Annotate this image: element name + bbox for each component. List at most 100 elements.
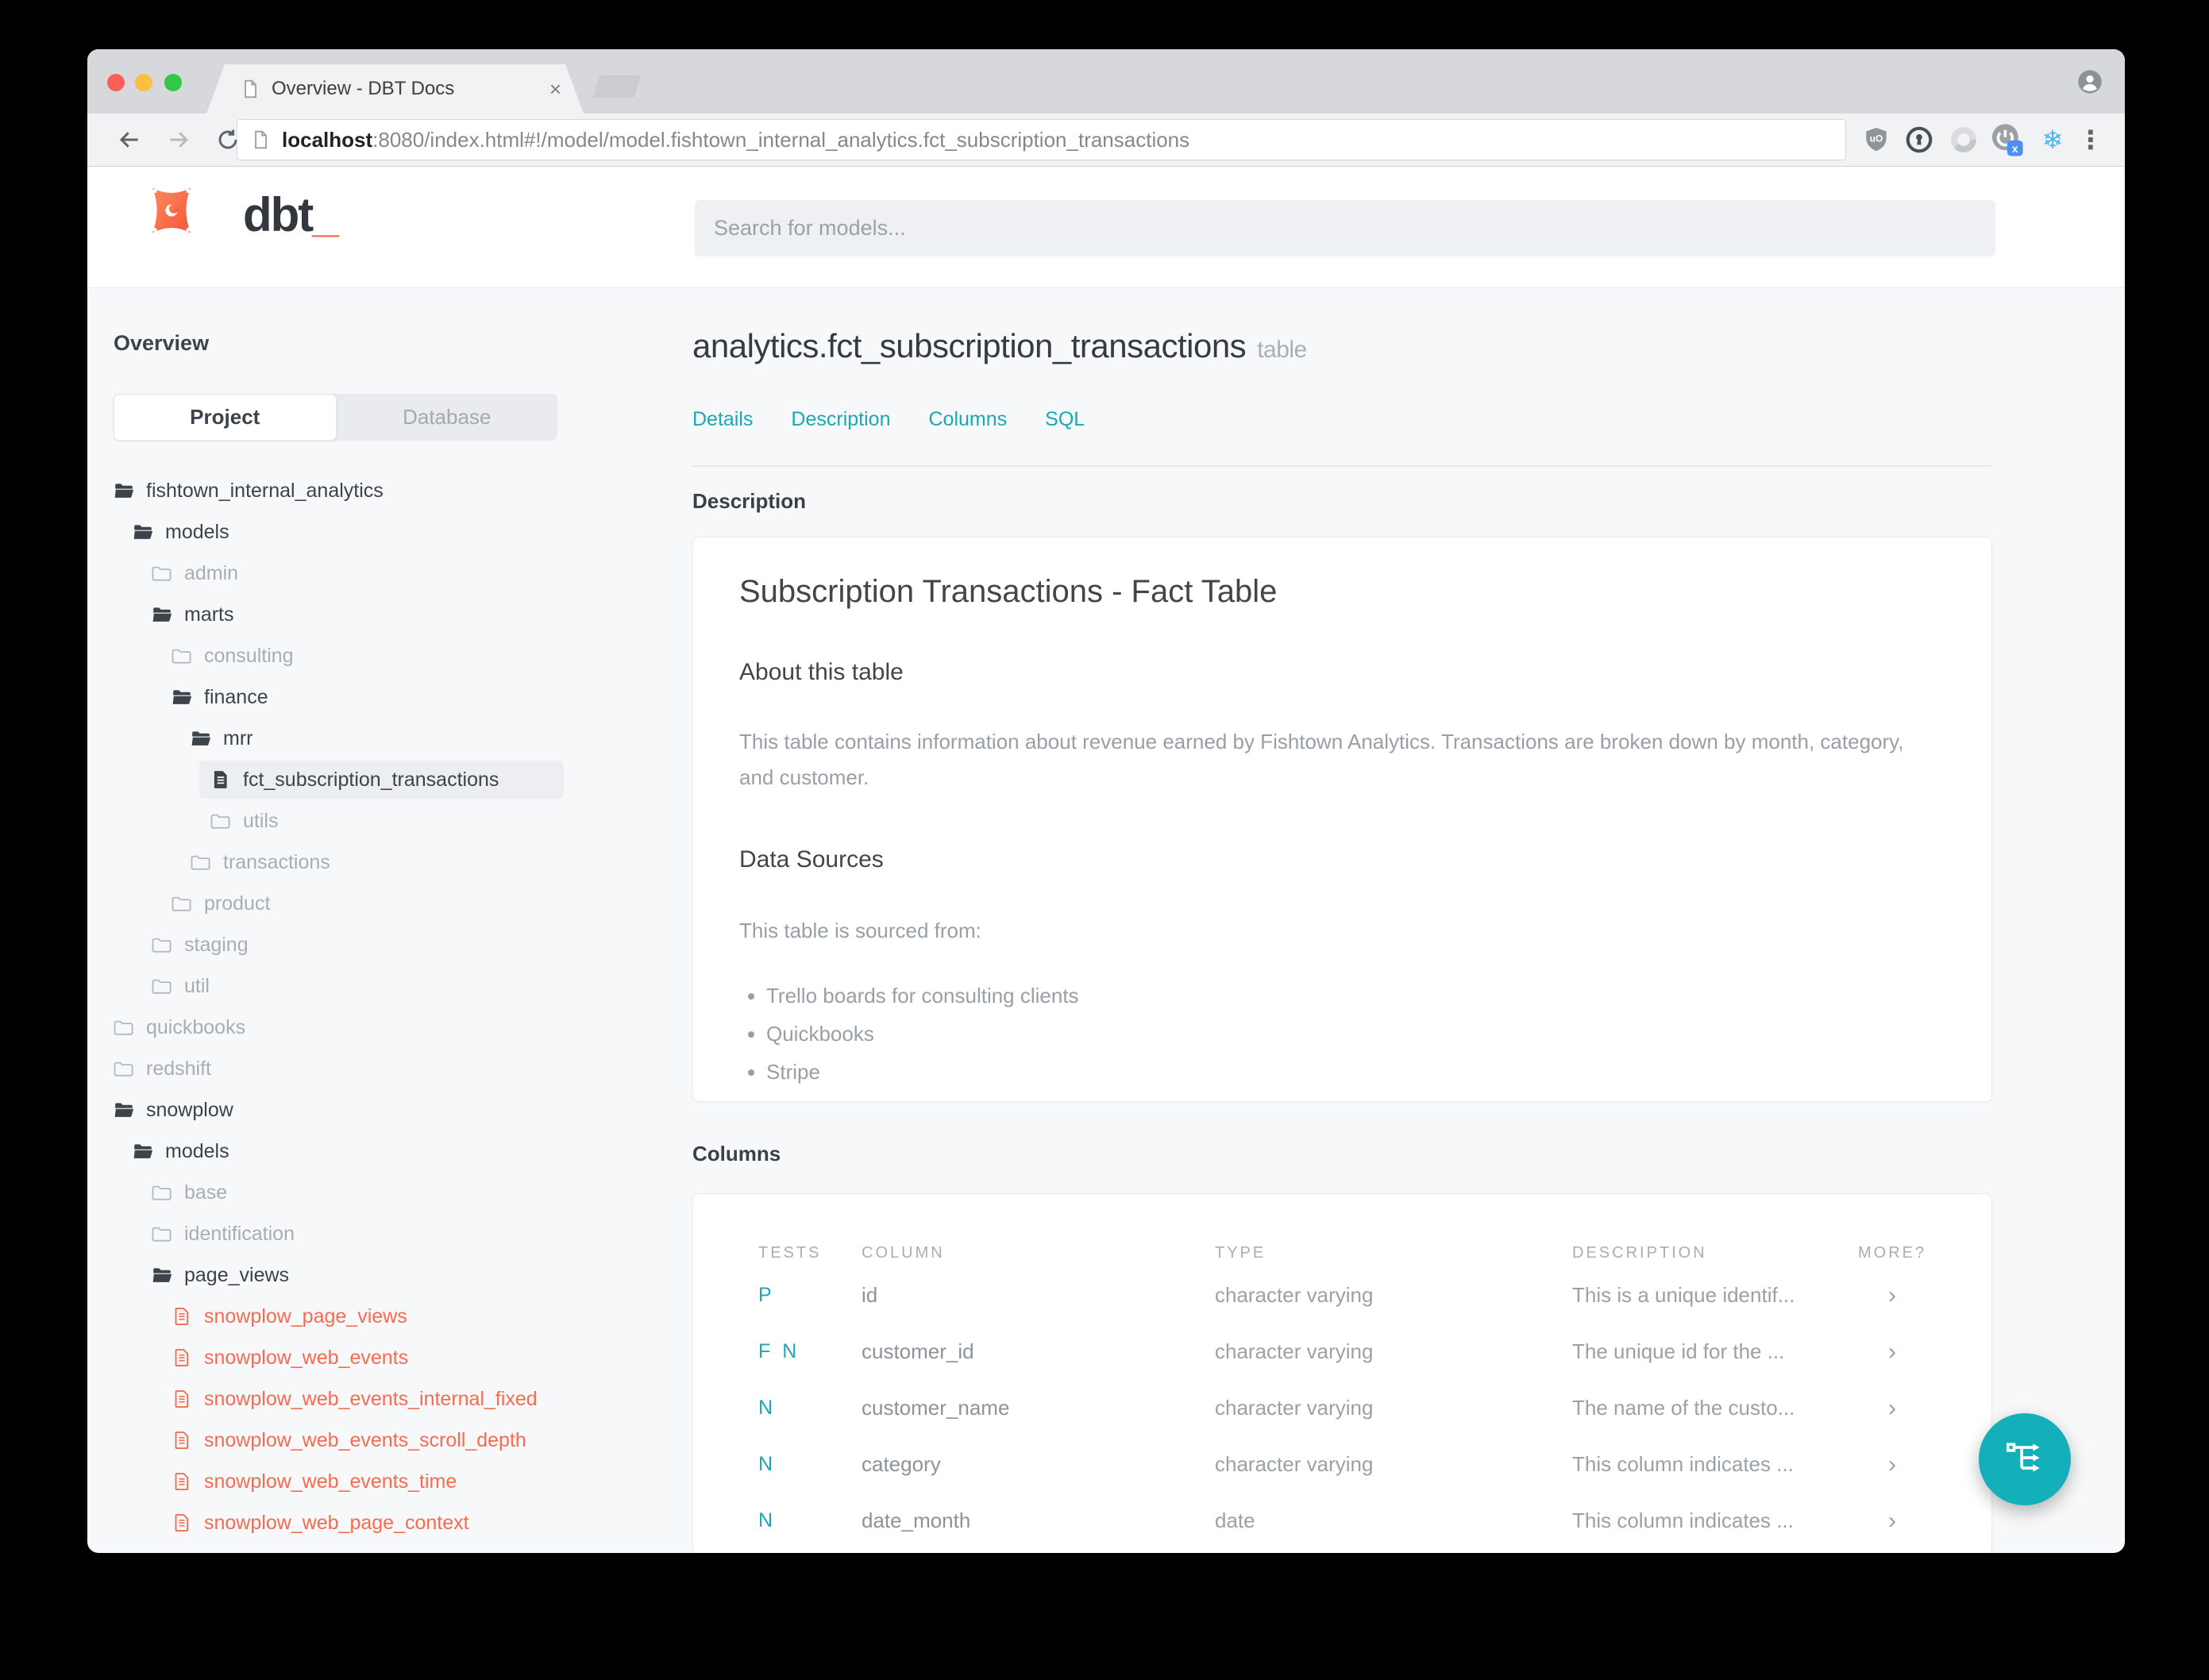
forward-button[interactable]	[165, 126, 192, 153]
tree-item-folder[interactable]: redshift	[87, 1048, 675, 1089]
tree-item-model-error[interactable]: snowplow_web_events_internal_fixed	[87, 1378, 675, 1420]
file-error-icon	[172, 1512, 192, 1533]
chevron-right-icon[interactable]: ›	[1858, 1508, 1991, 1535]
chevron-right-icon[interactable]: ›	[1858, 1282, 1991, 1309]
folder-icon	[172, 893, 192, 914]
url-bar[interactable]: localhost:8080/index.html#!/model/model.…	[237, 119, 1846, 160]
chevron-right-icon[interactable]: ›	[1858, 1451, 1991, 1478]
power-icon: x	[1991, 124, 2023, 156]
power-extension-button[interactable]: x	[1988, 121, 2025, 158]
column-type: date	[1215, 1509, 1255, 1532]
file-error-icon	[172, 1306, 192, 1327]
browser-tab[interactable]: Overview - DBT Docs ×	[206, 64, 584, 114]
snowflake-extension-button[interactable]: ❄	[2034, 121, 2071, 158]
svg-text:uO: uO	[1870, 133, 1883, 144]
tree-item-folder[interactable]: transactions	[87, 842, 675, 883]
tests-badge: N	[758, 1453, 777, 1475]
tree-item-folder[interactable]: identification	[87, 1213, 675, 1254]
tree-item-model-error[interactable]: snowplow_web_page_context	[87, 1502, 675, 1543]
tree-item-model-selected[interactable]: fct_subscription_transactions	[199, 761, 564, 799]
tree-item-folder[interactable]: staging	[87, 924, 675, 965]
doc-sources-intro: This table is sourced from:	[739, 919, 981, 942]
columns-section-label: Columns	[692, 1142, 781, 1166]
page-icon	[250, 129, 271, 150]
table-row[interactable]: F N customer_id character varying The un…	[758, 1324, 1991, 1380]
nav-link-sql[interactable]: SQL	[1045, 408, 1085, 431]
doc-about-heading: About this table	[739, 659, 904, 685]
tree-item-folder[interactable]: snowplow	[87, 1089, 675, 1131]
column-name: date_month	[862, 1509, 971, 1532]
overview-heading[interactable]: Overview	[114, 331, 209, 356]
search-input[interactable]	[695, 200, 1995, 256]
tree-item-folder[interactable]: finance	[87, 676, 675, 718]
dbt-logo-text[interactable]: dbt_	[243, 187, 339, 242]
window-close-button[interactable]	[107, 74, 125, 91]
table-row[interactable]: N date_month date This column indicates …	[758, 1493, 1991, 1549]
tree-item-folder[interactable]: admin	[87, 553, 675, 594]
tree-item-folder[interactable]: utils	[87, 800, 675, 842]
tab-database[interactable]: Database	[337, 394, 558, 441]
ublock-extension-button[interactable]: uO	[1858, 121, 1895, 158]
folder-open-icon	[152, 604, 172, 625]
nav-link-description[interactable]: Description	[791, 408, 890, 431]
tree-item-folder[interactable]: models	[87, 511, 675, 553]
tree-item-folder[interactable]: quickbooks	[87, 1007, 675, 1048]
tree-item-folder[interactable]: models	[87, 1131, 675, 1172]
column-type: character varying	[1215, 1339, 1374, 1363]
ublock-shield-icon: uO	[1866, 127, 1887, 152]
tree-item-model-error[interactable]: snowplow_page_views	[87, 1296, 675, 1337]
tree-item-folder[interactable]: fishtown_internal_analytics	[87, 470, 675, 511]
column-description: The name of the custo...	[1572, 1396, 1795, 1420]
file-error-icon	[172, 1389, 192, 1409]
table-row[interactable]: P id character varying This is a unique …	[758, 1267, 1991, 1324]
source-item: Quickbooks	[766, 1022, 1945, 1046]
chevron-right-icon[interactable]: ›	[1858, 1339, 1991, 1366]
column-name: category	[862, 1452, 941, 1476]
folder-icon	[152, 934, 172, 955]
tree-item-folder[interactable]: base	[87, 1172, 675, 1213]
table-row[interactable]: N customer_name character varying The na…	[758, 1380, 1991, 1436]
tree-item-model-error[interactable]: snowplow_web_events_scroll_depth	[87, 1420, 675, 1461]
tree-item-model-error[interactable]: snowplow_web_events	[87, 1337, 675, 1378]
nav-link-details[interactable]: Details	[692, 408, 753, 431]
tab-title: Overview - DBT Docs	[272, 78, 455, 99]
file-error-icon	[172, 1430, 192, 1451]
tree-item-model-error[interactable]: snowplow_web_events_time	[87, 1461, 675, 1502]
chevron-right-icon[interactable]: ›	[1858, 1395, 1991, 1422]
tree-item-folder[interactable]: product	[87, 883, 675, 924]
folder-icon	[152, 1182, 172, 1203]
tab-close-icon[interactable]: ×	[549, 79, 561, 99]
kebab-menu-icon: ⋮	[2078, 125, 2103, 154]
column-type: character varying	[1215, 1283, 1374, 1307]
column-description: The unique id for the ...	[1572, 1339, 1785, 1363]
tree-item-folder[interactable]: util	[87, 965, 675, 1007]
tree-item-folder[interactable]: page_views	[87, 1254, 675, 1296]
folder-icon	[152, 563, 172, 584]
sidebar: Overview Project Database fishtown_inter…	[87, 288, 675, 1553]
folder-icon	[152, 1223, 172, 1244]
nav-link-columns[interactable]: Columns	[928, 408, 1007, 431]
source-item: Stripe	[766, 1060, 1945, 1085]
tab-project[interactable]: Project	[114, 394, 337, 441]
table-row[interactable]: N category character varying This column…	[758, 1436, 1991, 1493]
lineage-graph-button[interactable]	[1979, 1413, 2071, 1505]
browser-menu-button[interactable]: ⋮	[2072, 121, 2109, 158]
back-button[interactable]	[116, 126, 143, 153]
column-description: This column indicates ...	[1572, 1452, 1794, 1476]
folder-icon	[152, 976, 172, 996]
folder-open-icon	[114, 1100, 134, 1120]
window-minimize-button[interactable]	[135, 74, 152, 91]
doc-sources-heading: Data Sources	[739, 846, 884, 873]
col-header-more: MORE?	[1858, 1243, 1927, 1262]
tree-item-folder[interactable]: mrr	[87, 718, 675, 759]
new-tab-button[interactable]	[592, 75, 642, 98]
opera-extension-button[interactable]	[1945, 121, 1982, 158]
onepassword-extension-button[interactable]	[1901, 121, 1937, 158]
browser-profile-avatar[interactable]	[2077, 69, 2103, 94]
folder-open-icon	[133, 1141, 153, 1162]
dbt-logo-icon[interactable]	[145, 183, 199, 237]
tree-item-folder[interactable]: consulting	[87, 635, 675, 676]
tree-item-folder[interactable]: marts	[87, 594, 675, 635]
tree-source-toggle: Project Database	[114, 394, 557, 441]
window-zoom-button[interactable]	[164, 74, 182, 91]
